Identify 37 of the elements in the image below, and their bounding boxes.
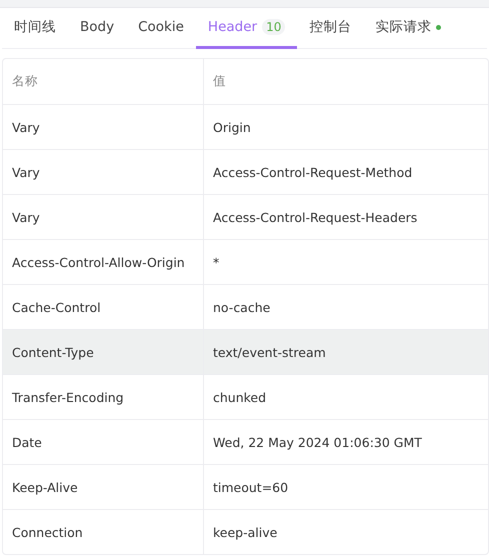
header-value-cell: keep-alive (203, 510, 488, 554)
header-value-cell: * (203, 240, 488, 284)
header-name-cell-text: Vary (11, 164, 41, 182)
header-value-cell: Access-Control-Request-Method (203, 150, 488, 194)
header-value-cell: timeout=60 (203, 465, 488, 509)
header-name-cell-text: Transfer-Encoding (11, 388, 125, 407)
header-name-cell-text: Vary (11, 208, 41, 227)
table-row[interactable]: Vary Origin (3, 104, 488, 149)
column-header: 值 (203, 59, 488, 104)
table-row[interactable]: Date Wed, 22 May 2024 01:06:30 GMT (3, 419, 488, 464)
header-name-cell-text: Date (11, 434, 43, 452)
header-value-cell: text/event-stream (203, 330, 488, 374)
tab[interactable]: 控制台 (297, 8, 364, 49)
table-row[interactable]: Vary Access-Control-Request-Headers (3, 194, 488, 239)
count-badge: 10 (262, 19, 286, 35)
header-value-cell: Wed, 22 May 2024 01:06:30 GMT (203, 420, 488, 464)
tab[interactable]: Header 10 (196, 8, 298, 49)
header-name-cell-text: Cache-Control (11, 298, 102, 316)
table-row[interactable]: Access-Control-Allow-Origin * (3, 239, 488, 284)
table-row[interactable]: Content-Type text/event-stream (3, 329, 488, 374)
header-name-cell-text: Content-Type (11, 344, 95, 362)
tab[interactable]: Body (68, 8, 126, 49)
header-value-cell: chunked (203, 375, 488, 419)
header-name-cell-text: Keep-Alive (11, 478, 79, 497)
table-row[interactable]: Connection keep-alive (3, 509, 488, 554)
header-value-cell: Origin (203, 105, 488, 149)
table-row[interactable]: Vary Access-Control-Request-Method (3, 149, 488, 194)
tab[interactable]: 实际请求 (363, 8, 454, 49)
column-header: 名称 (11, 72, 39, 90)
header-name-cell-text: Vary (11, 118, 41, 137)
table-row[interactable]: Keep-Alive timeout=60 (3, 464, 488, 509)
header-value-cell: Access-Control-Request-Headers (203, 195, 488, 239)
tab[interactable]: 时间线 (2, 8, 68, 49)
header-name-cell-text: Connection (11, 524, 84, 542)
table-row[interactable]: Transfer-Encoding chunked (3, 374, 488, 419)
tab[interactable]: Cookie (126, 8, 196, 49)
header-name-cell-text: Access-Control-Allow-Origin (11, 254, 186, 272)
